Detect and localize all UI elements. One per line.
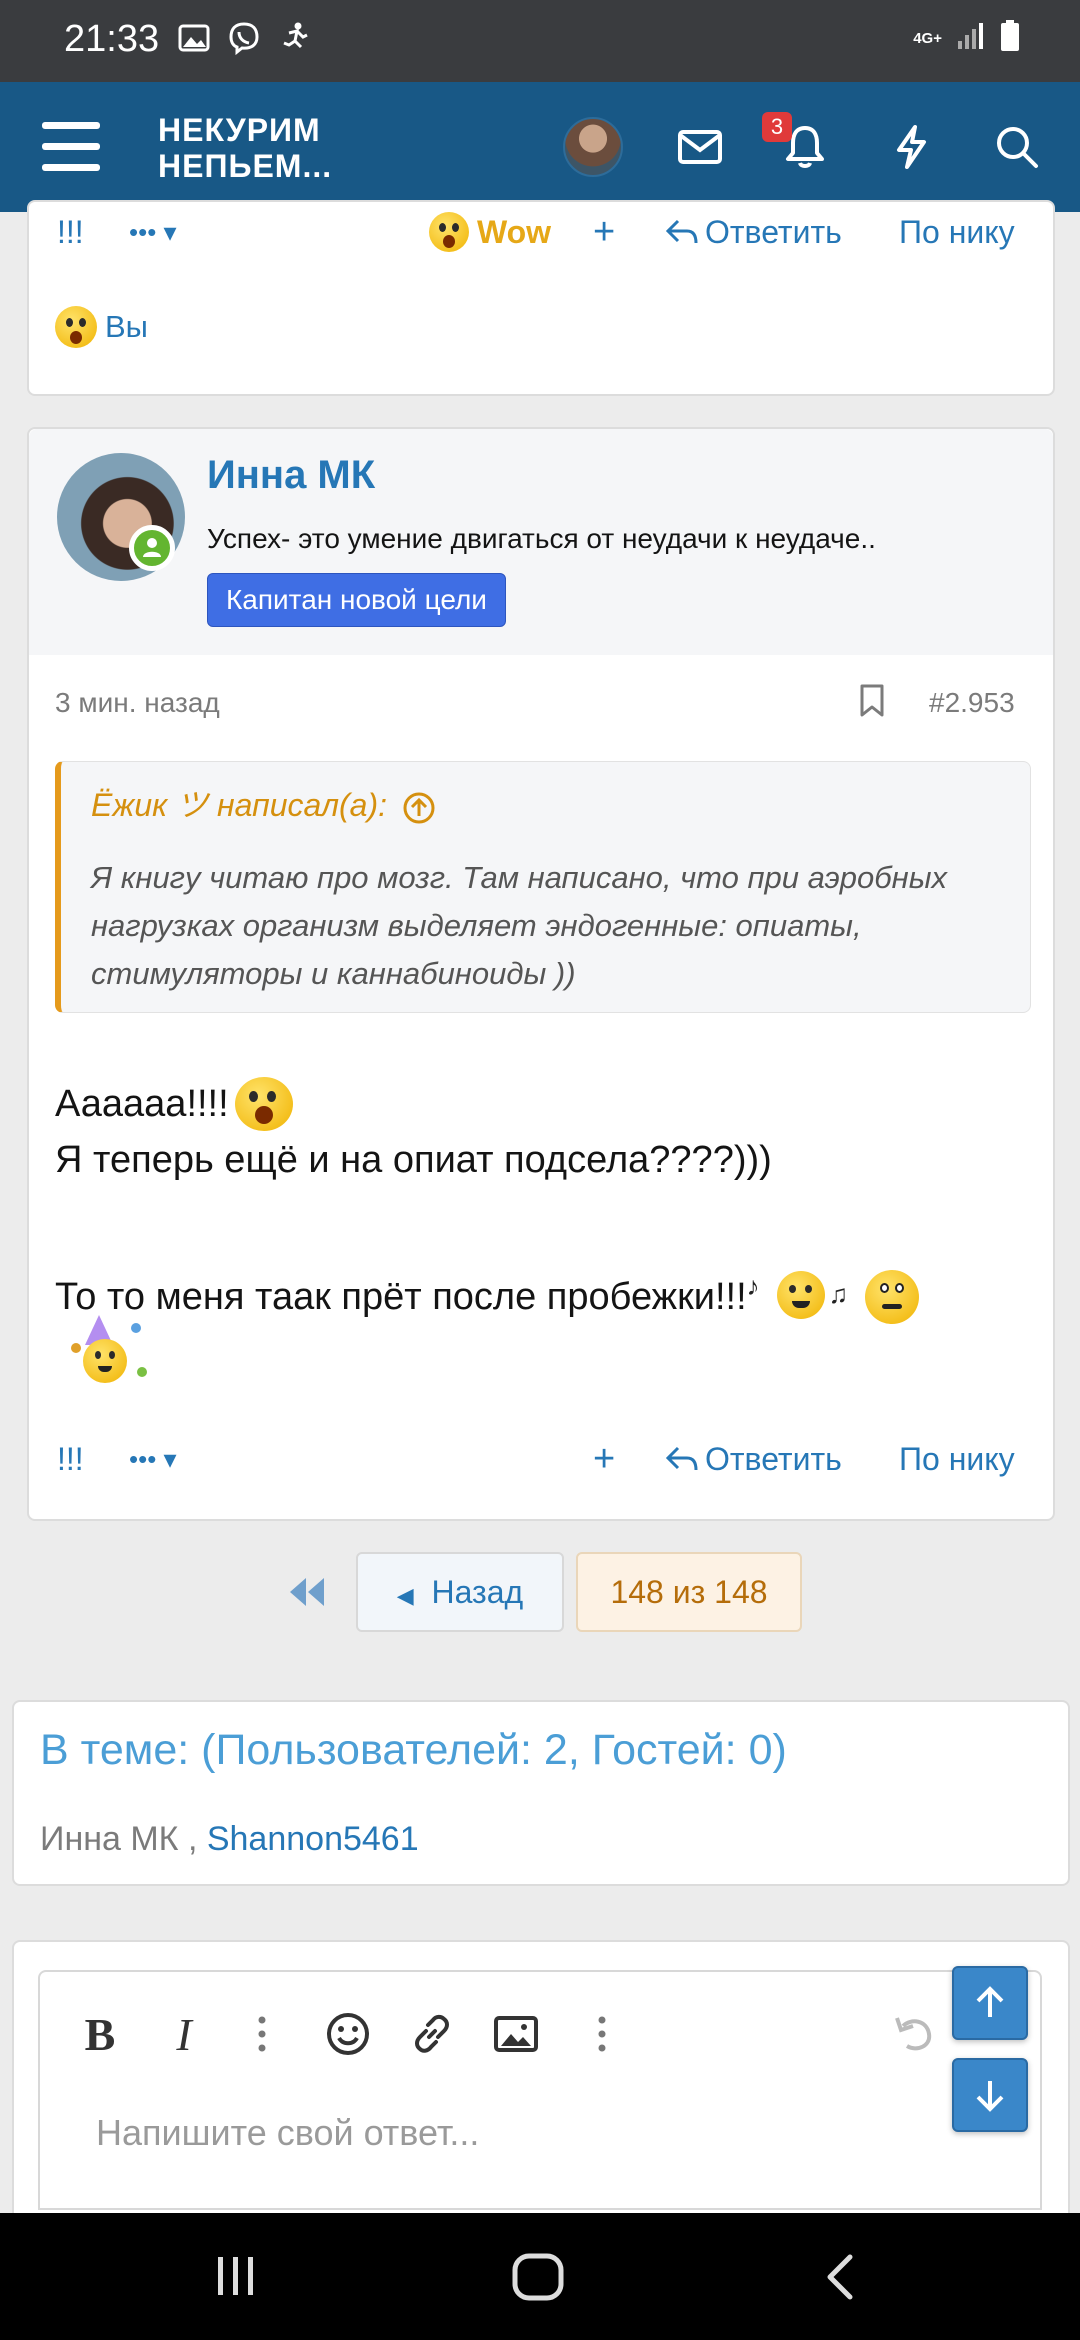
online-users-list: Инна МК , Shannon5461 [40,1820,419,1859]
author-name[interactable]: Инна МК [207,453,375,498]
viber-icon [226,20,262,56]
reply-button[interactable]: Ответить [665,1429,842,1489]
italic-icon[interactable]: I [156,2006,212,2062]
app-header: НЕКУРИМ НЕПЬЕМ... 3 [0,82,1080,212]
logo-line-2: НЕПЬЕМ... [158,148,333,184]
battery-icon [1000,20,1020,57]
envelope-icon[interactable] [673,120,727,174]
author-rank-badge: Капитан новой цели [207,573,506,627]
add-button[interactable]: + [593,1429,615,1489]
reply-editor: B I Напишите свой ответ... [38,1970,1042,2210]
search-icon[interactable] [990,120,1044,174]
message-line-1: Аааааа!!!! [55,1077,293,1131]
home-icon[interactable] [510,2251,566,2308]
juggling-smiley-icon [71,1313,153,1393]
reply-label: Ответить [705,214,842,250]
previous-post: !!! ••• ▾ Wow + Ответить По нику Вы [27,200,1055,396]
online-users-title[interactable]: В теме: (Пользователей: 2, Гостей: 0) [40,1726,787,1775]
user-avatar[interactable] [563,117,623,177]
add-button[interactable]: + [593,202,615,262]
reply-icon [665,1446,698,1471]
separator: , [187,1820,198,1858]
quote-author[interactable]: Ёжик ツ написал(а): [91,780,436,826]
wow-reaction-label: Wow [477,214,552,250]
running-icon [276,20,312,56]
link-icon[interactable] [404,2006,460,2062]
back-icon[interactable] [820,2251,860,2308]
author-status: Успех- это умение двигаться от неудачи к… [207,523,876,554]
message-text-1: Аааааа!!!! [55,1082,229,1125]
signal-icon [956,21,986,56]
arrow-up-icon [976,1986,1004,2017]
status-time: 21:33 [64,18,160,60]
go-to-quote-icon[interactable] [402,791,436,825]
scroll-down-button[interactable] [952,2058,1028,2132]
post-card: Инна МК Успех- это умение двигаться от н… [27,427,1055,1521]
reply-label: Ответить [705,1441,842,1477]
more-dots: ••• [129,1444,157,1474]
menu-icon[interactable] [42,122,100,172]
first-page-icon[interactable] [286,1572,330,1617]
page-status[interactable]: 148 из 148 [576,1552,802,1632]
online-users-card: В теме: (Пользователей: 2, Гостей: 0) Ин… [12,1700,1070,1886]
quote-author-label: Ёжик ツ написал(а): [91,787,387,823]
message-line-3: То то меня таак прёт после пробежки!!! ♪… [55,1265,919,1329]
image-icon[interactable] [488,2006,544,2062]
online-user[interactable]: Shannon5461 [207,1820,419,1858]
lightning-icon[interactable] [884,120,938,174]
status-bar: 21:33 4G+ [0,0,1080,82]
report-link[interactable]: !!! [57,202,84,262]
by-nick-button[interactable]: По нику [899,1429,1015,1489]
network-indicator: 4G+ [913,29,942,47]
arrow-down-icon [976,2081,1004,2112]
message-text-3: То то меня таак прёт после пробежки!!! [55,1275,747,1318]
online-user[interactable]: Инна МК [40,1820,178,1858]
undo-icon[interactable] [886,2006,942,2062]
more-insert-icon[interactable] [574,2006,630,2062]
quote-block: Ёжик ツ написал(а): Я книгу читаю про моз… [55,761,1031,1013]
smiley-icon[interactable] [320,2006,376,2062]
bookmark-icon[interactable] [857,683,887,724]
author-block: Инна МК Успех- это умение двигаться от н… [29,429,1053,655]
quote-text: Я книгу читаю про мозг. Там написано, чт… [91,860,948,991]
online-status-icon [129,525,175,571]
message-line-2: Я теперь ещё и на опиат подсела????))) [55,1139,772,1181]
rolling-eyes-smiley-icon [864,1270,919,1324]
alerts-badge: 3 [762,112,792,142]
bold-icon[interactable]: B [72,2006,128,2062]
scroll-up-button[interactable] [952,1966,1028,2040]
more-format-icon[interactable] [234,2006,290,2062]
wow-emoji-icon [429,212,469,252]
more-menu[interactable]: ••• ▾ [129,1429,177,1489]
more-menu[interactable]: ••• ▾ [129,202,177,262]
logo-line-1: НЕКУРИМ [158,112,321,148]
post-time[interactable]: 3 мин. назад [55,687,220,719]
post-actions: !!! ••• ▾ + Ответить По нику [29,1429,1053,1489]
shocked-smiley-icon [234,1077,293,1131]
report-link[interactable]: !!! [57,1429,84,1489]
wow-reaction-button[interactable]: Wow [429,202,551,262]
reactions-summary[interactable]: Вы [55,306,148,348]
more-dots: ••• [129,217,157,247]
reply-placeholder[interactable]: Напишите свой ответ... [96,2112,479,2154]
prev-page-button[interactable]: ◀ Назад [356,1552,564,1632]
prev-page-label: Назад [431,1574,524,1610]
reply-icon [665,219,698,244]
wow-emoji-icon [55,306,97,348]
system-nav-bar [0,2213,1080,2340]
recent-apps-icon[interactable] [214,2253,258,2304]
gallery-icon [176,20,212,56]
dancing-smiley-icon: ♪ ♫ [747,1265,859,1329]
post-number[interactable]: #2.953 [929,687,1015,719]
by-nick-button[interactable]: По нику [899,202,1015,262]
reacted-by-label: Вы [105,309,148,344]
site-logo[interactable]: НЕКУРИМ НЕПЬЕМ... [158,112,332,184]
reply-button[interactable]: Ответить [665,202,842,262]
